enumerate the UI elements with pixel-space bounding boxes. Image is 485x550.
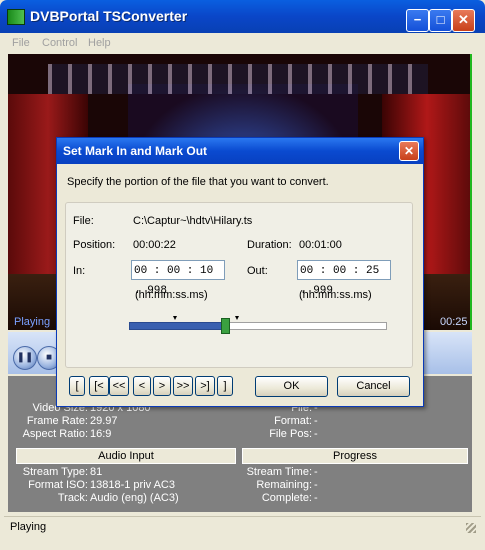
info-value: 13818-1 priv AC3 <box>90 479 175 491</box>
file-path-value: C:\Captur~\hdtv\Hilary.ts <box>133 215 253 227</box>
menu-file[interactable]: File <box>12 37 30 49</box>
pause-button[interactable]: ❚❚ <box>13 346 37 370</box>
out-label: Out: <box>247 265 268 277</box>
close-button[interactable]: ✕ <box>452 9 475 32</box>
fast-forward-button[interactable]: >> <box>173 376 193 396</box>
go-to-start-button[interactable]: [< <box>89 376 109 396</box>
resize-grip[interactable] <box>466 523 476 533</box>
fast-rewind-button[interactable]: << <box>109 376 129 396</box>
maximize-button[interactable]: □ <box>429 9 452 32</box>
position-label: Position: <box>73 239 116 251</box>
audio-input-header: Audio Input <box>16 448 236 464</box>
minimize-button[interactable]: − <box>406 9 429 32</box>
menu-bar: File Control Help <box>4 33 481 53</box>
in-format-hint: (hh:mm:ss.ms) <box>135 289 208 301</box>
info-label: Complete: <box>261 492 312 504</box>
info-label: Remaining: <box>256 479 312 491</box>
dialog-description: Specify the portion of the file that you… <box>67 176 329 188</box>
info-label: Stream Time: <box>246 466 312 478</box>
dialog-close-button[interactable]: ✕ <box>399 141 419 161</box>
info-label: Frame Rate: <box>26 415 88 427</box>
position-slider-fill <box>129 322 226 330</box>
ok-button[interactable]: OK <box>255 376 328 397</box>
dialog-title: Set Mark In and Mark Out <box>63 144 208 158</box>
info-label: Aspect Ratio: <box>22 428 88 440</box>
info-label: Stream Type: <box>22 466 88 478</box>
menu-control[interactable]: Control <box>42 37 77 49</box>
position-slider-thumb[interactable] <box>220 318 230 334</box>
info-label: Track: <box>57 492 88 504</box>
video-time-label: 00:25 <box>440 316 468 328</box>
set-mark-in-button[interactable]: [ <box>69 376 85 396</box>
position-value: 00:00:22 <box>133 239 176 251</box>
status-bar: Playing <box>4 516 481 537</box>
go-to-end-button[interactable]: >] <box>195 376 215 396</box>
cancel-button[interactable]: Cancel <box>337 376 410 397</box>
info-value: - <box>314 492 318 504</box>
mark-in-out-dialog: Set Mark In and Mark Out ✕ Specify the p… <box>56 137 424 407</box>
info-value: 81 <box>90 466 103 478</box>
mark-in-tick <box>173 316 177 320</box>
step-forward-button[interactable]: > <box>153 376 171 396</box>
info-value: - <box>314 428 318 440</box>
video-status-label: Playing <box>14 316 51 328</box>
info-value: - <box>314 479 318 491</box>
info-label: Format ISO: <box>28 479 88 491</box>
info-value: - <box>314 415 318 427</box>
menu-help[interactable]: Help <box>88 37 111 49</box>
info-label: File Pos: <box>269 428 312 440</box>
out-format-hint: (hh:mm:ss.ms) <box>299 289 372 301</box>
video-border <box>470 54 472 330</box>
window-title: DVBPortal TSConverter <box>30 8 188 24</box>
mark-out-tick <box>235 316 239 320</box>
dialog-title-bar[interactable]: Set Mark In and Mark Out ✕ <box>57 138 423 164</box>
stage-lights <box>48 64 428 94</box>
set-mark-out-button[interactable]: ] <box>217 376 233 396</box>
info-value: 29.97 <box>90 415 118 427</box>
info-value: - <box>314 466 318 478</box>
duration-label: Duration: <box>247 239 292 251</box>
step-back-button[interactable]: < <box>133 376 151 396</box>
in-label: In: <box>73 265 86 277</box>
title-bar[interactable]: DVBPortal TSConverter − □ ✕ <box>0 0 485 33</box>
info-value: Audio (eng) (AC3) <box>90 492 179 504</box>
mark-out-input[interactable]: 00 : 00 : 25 . 999 <box>297 260 391 297</box>
file-label: File: <box>73 215 94 227</box>
mark-in-input[interactable]: 00 : 00 : 10 . 998 <box>131 260 225 297</box>
info-value: 16:9 <box>90 428 112 440</box>
duration-value: 00:01:00 <box>299 239 342 251</box>
status-text: Playing <box>10 521 47 533</box>
info-label: Format: <box>274 415 312 427</box>
progress-header: Progress <box>242 448 468 464</box>
app-icon <box>7 9 25 25</box>
